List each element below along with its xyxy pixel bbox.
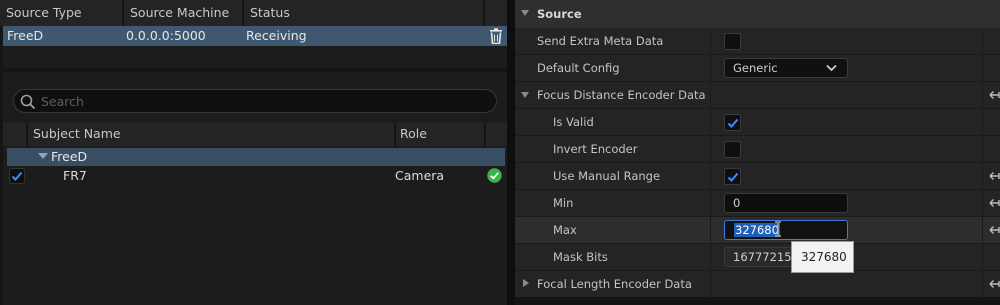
source-machine-cell: 0.0.0.0:5000: [126, 28, 206, 43]
column-header-subject-name[interactable]: Subject Name: [28, 122, 396, 146]
property-label: Mask Bits: [553, 250, 608, 264]
column-header-role[interactable]: Role: [396, 122, 486, 146]
tooltip-text: 327680: [801, 250, 847, 264]
panel-splitter[interactable]: [507, 0, 515, 305]
column-divider[interactable]: [710, 28, 711, 54]
reset-to-default-icon[interactable]: [989, 170, 1000, 182]
column-divider[interactable]: [710, 109, 711, 135]
collapse-arrow-icon[interactable]: [521, 92, 529, 98]
column-divider[interactable]: [710, 190, 711, 216]
column-header-source-machine[interactable]: Source Machine: [124, 0, 244, 26]
details-bottom-edge: [515, 297, 1000, 305]
sources-table-header: Source Type Source Machine Status: [0, 0, 507, 26]
column-divider[interactable]: [710, 217, 711, 243]
dropdown-value: Generic: [733, 61, 778, 75]
subject-enabled-checkbox[interactable]: [9, 168, 25, 184]
property-label: Invert Encoder: [553, 142, 638, 156]
details-panel: Source Send Extra Meta Data Default Conf…: [515, 0, 1000, 305]
source-row[interactable]: FreeD 0.0.0.0:5000 Receiving: [3, 26, 507, 46]
reset-to-default-icon[interactable]: [989, 89, 1000, 101]
subject-role-cell: Camera: [395, 168, 445, 183]
property-label: Use Manual Range: [553, 169, 661, 183]
property-send-extra-meta-data: Send Extra Meta Data: [515, 28, 1000, 54]
column-divider[interactable]: [710, 136, 711, 162]
min-value: 0: [733, 196, 741, 210]
property-max: Max 327680: [515, 217, 1000, 243]
subject-group-name: FreeD: [51, 149, 88, 164]
mask-bits-value: 16777215: [733, 250, 792, 264]
value-tooltip: 327680: [791, 241, 854, 273]
live-link-sources-panel: Source Type Source Machine Status FreeD …: [0, 0, 507, 305]
invert-encoder-checkbox[interactable]: [724, 141, 741, 158]
column-header-actions: [485, 0, 507, 26]
checkmark-icon: [727, 118, 739, 128]
column-header-source-type[interactable]: Source Type: [0, 0, 124, 26]
column-header-status[interactable]: Status: [244, 0, 485, 26]
column-divider: [982, 55, 983, 81]
property-label: Default Config: [537, 61, 620, 75]
column-divider[interactable]: [710, 271, 711, 297]
reset-to-default-icon[interactable]: [989, 197, 1000, 209]
search-placeholder: Search: [41, 94, 84, 109]
column-divider: [982, 163, 983, 189]
reset-to-default-icon[interactable]: [989, 224, 1000, 236]
property-default-config: Default Config Generic: [515, 55, 1000, 81]
subject-row[interactable]: FR7 Camera: [3, 166, 507, 186]
property-label: Min: [553, 196, 574, 210]
check-circle-icon: [487, 168, 502, 183]
column-header-status-icon: [486, 122, 507, 146]
column-divider: [982, 217, 983, 243]
search-icon: [20, 94, 36, 110]
property-focal-length-encoder-data[interactable]: Focal Length Encoder Data: [515, 271, 1000, 297]
column-divider[interactable]: [710, 163, 711, 189]
category-source-label: Source: [537, 7, 582, 21]
property-label: Max: [553, 223, 577, 237]
subject-group-row[interactable]: FreeD: [7, 148, 505, 166]
property-invert-encoder: Invert Encoder: [515, 136, 1000, 162]
column-divider[interactable]: [710, 55, 711, 81]
source-status-cell: Receiving: [246, 28, 307, 43]
column-divider[interactable]: [710, 244, 711, 270]
column-header-enabled: [3, 122, 28, 146]
property-label: Is Valid: [553, 115, 594, 129]
column-divider: [982, 109, 983, 135]
subject-name-cell: FR7: [63, 168, 87, 183]
column-divider: [982, 28, 983, 54]
is-valid-checkbox[interactable]: [724, 114, 741, 131]
source-type-cell: FreeD: [7, 28, 44, 43]
default-config-dropdown[interactable]: Generic: [724, 58, 848, 78]
column-divider: [982, 136, 983, 162]
search-input[interactable]: Search: [13, 89, 497, 113]
min-number-input[interactable]: 0: [724, 193, 848, 213]
use-manual-range-checkbox[interactable]: [724, 168, 741, 185]
column-divider: [982, 244, 983, 270]
max-number-input[interactable]: 327680: [724, 220, 848, 240]
column-divider[interactable]: [710, 82, 711, 108]
property-min: Min 0: [515, 190, 1000, 216]
chevron-down-icon: [826, 64, 837, 72]
reset-to-default-icon[interactable]: [989, 278, 1000, 290]
mask-bits-input[interactable]: 16777215: [724, 247, 794, 267]
property-label: Focus Distance Encoder Data: [537, 88, 706, 102]
expand-arrow-icon[interactable]: [38, 153, 48, 159]
sources-list-empty-area: [3, 46, 507, 68]
expand-arrow-icon[interactable]: [523, 279, 529, 287]
property-use-manual-range: Use Manual Range: [515, 163, 1000, 189]
property-label: Send Extra Meta Data: [537, 34, 664, 48]
subjects-table-header: Subject Name Role: [3, 122, 507, 146]
checkmark-icon: [727, 172, 739, 182]
send-extra-meta-data-checkbox[interactable]: [724, 33, 741, 50]
trash-icon[interactable]: [489, 28, 503, 44]
property-focus-distance-encoder-data[interactable]: Focus Distance Encoder Data: [515, 82, 1000, 108]
text-cursor-icon: [775, 221, 781, 237]
collapse-arrow-icon[interactable]: [521, 10, 529, 16]
property-is-valid: Is Valid: [515, 109, 1000, 135]
column-divider: [982, 190, 983, 216]
property-label: Focal Length Encoder Data: [537, 277, 692, 291]
category-source[interactable]: Source: [515, 0, 1000, 28]
property-mask-bits: Mask Bits 16777215: [515, 244, 1000, 270]
column-divider: [982, 271, 983, 297]
column-divider: [982, 82, 983, 108]
